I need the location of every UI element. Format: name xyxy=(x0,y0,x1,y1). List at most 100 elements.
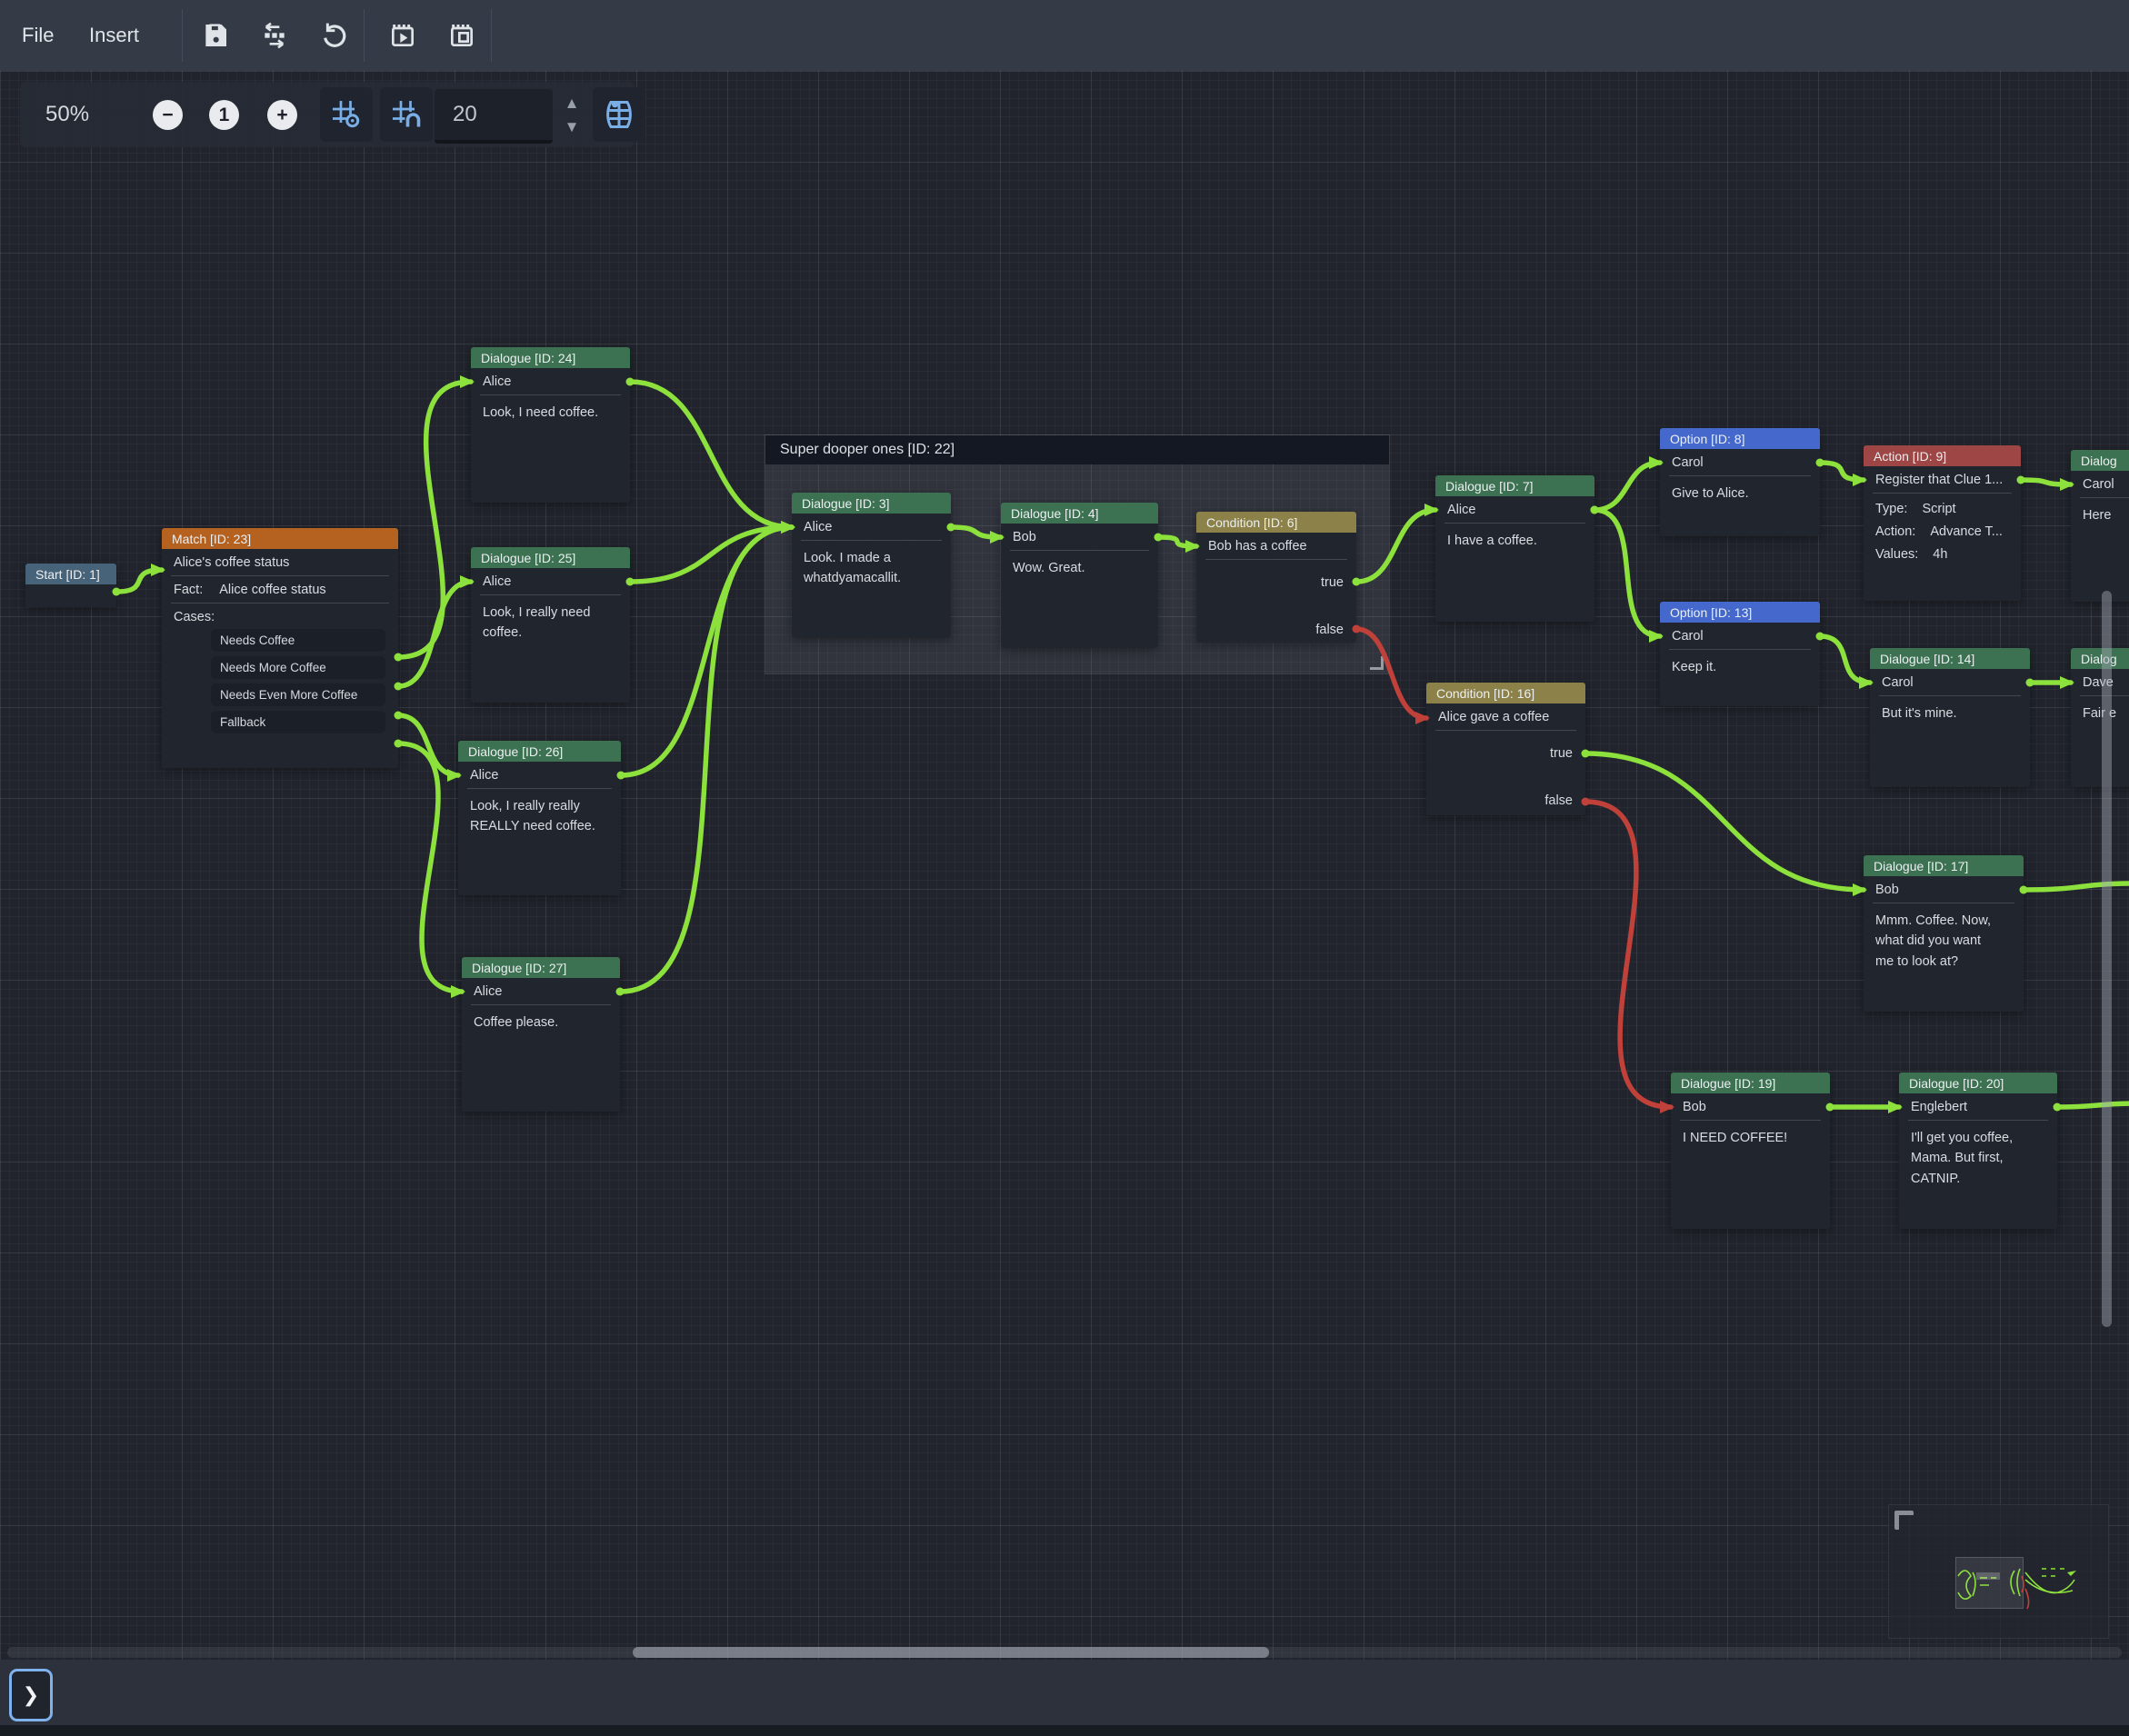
node-title[interactable]: Condition [ID: 6] xyxy=(1196,512,1356,533)
test-dialogue-icon[interactable] xyxy=(385,18,420,53)
case-button[interactable]: Fallback xyxy=(211,711,385,733)
node-dialogue-7[interactable]: Dialogue [ID: 7]AliceI have a coffee. xyxy=(1435,475,1594,622)
node-dialogue-4[interactable]: Dialogue [ID: 4]BobWow. Great. xyxy=(1001,503,1158,648)
node-condition-16[interactable]: Condition [ID: 16]Alice gave a coffeetru… xyxy=(1426,683,1585,815)
node-title[interactable]: Dialogue [ID: 24] xyxy=(471,347,630,368)
snap-grid-toggle[interactable] xyxy=(320,87,373,142)
node-title[interactable]: Dialogue [ID: 17] xyxy=(1864,855,2024,876)
dialogue-text: Here xyxy=(2083,505,2129,525)
node-dialogue-17[interactable]: Dialogue [ID: 17]BobMmm. Coffee. Now, wh… xyxy=(1864,855,2024,1012)
save-icon[interactable] xyxy=(198,18,233,53)
node-title[interactable]: Dialogue [ID: 3] xyxy=(792,493,951,514)
node-dialogue-26[interactable]: Dialogue [ID: 26]AliceLook, I really rea… xyxy=(458,741,621,895)
node-dialogue-24[interactable]: Dialogue [ID: 24]AliceLook, I need coffe… xyxy=(471,347,630,503)
node-title[interactable]: Option [ID: 13] xyxy=(1660,602,1820,623)
node-title[interactable]: Condition [ID: 16] xyxy=(1426,683,1585,703)
node-dialogue-27[interactable]: Dialogue [ID: 27]AliceCoffee please. xyxy=(462,957,620,1112)
node-option-8[interactable]: Option [ID: 8]CarolGive to Alice. xyxy=(1660,428,1820,536)
node-body: BobMmm. Coffee. Now, what did you want m… xyxy=(1864,876,2024,1012)
node-title[interactable]: Dialogue [ID: 14] xyxy=(1870,648,2030,669)
case-button[interactable]: Needs Coffee xyxy=(211,629,385,652)
output-false-label: false xyxy=(1196,620,1344,640)
node-title[interactable]: Dialogue [ID: 26] xyxy=(458,741,621,762)
node-dialogue-right-mid[interactable]: DialogDaveFair e xyxy=(2071,648,2129,787)
dialogue-text: I'll get you coffee, Mama. But first, CA… xyxy=(1911,1128,2045,1189)
node-body: Alice's coffee statusFact:Alice coffee s… xyxy=(162,549,398,768)
zoom-percent-label: 50% xyxy=(45,82,89,147)
node-dialogue-3[interactable]: Dialogue [ID: 3]AliceLook. I made a what… xyxy=(792,493,951,638)
minimap-content xyxy=(1889,1505,2108,1638)
undo-icon[interactable] xyxy=(316,18,351,53)
node-title[interactable]: Option [ID: 8] xyxy=(1660,428,1820,449)
speaker-label: Alice xyxy=(471,978,611,1005)
output-true-label: true xyxy=(1196,573,1344,593)
spin-down-icon[interactable]: ▼ xyxy=(565,118,580,136)
node-dialogue-20[interactable]: Dialogue [ID: 20]Englebert I'll get you c… xyxy=(1899,1073,2057,1229)
dialogue-text: But it's mine. xyxy=(1882,703,2018,723)
node-title[interactable]: Dialog xyxy=(2071,648,2129,669)
minimap-icon xyxy=(603,98,635,131)
bottom-strip xyxy=(0,1725,2129,1736)
menu-insert[interactable]: Insert xyxy=(80,0,148,71)
snap-magnet-toggle[interactable] xyxy=(380,87,433,142)
speaker-label: Alice xyxy=(1444,496,1585,524)
node-dialogue-25[interactable]: Dialogue [ID: 25]AliceLook, I really nee… xyxy=(471,547,630,703)
speaker-label: Englebert xyxy=(1908,1093,2048,1121)
horizontal-scrollbar[interactable] xyxy=(7,1647,2122,1658)
node-body: AliceLook, I need coffee. xyxy=(471,368,630,503)
condition-expression: Alice gave a coffee xyxy=(1435,703,1576,731)
snap-distance-value: 20 xyxy=(435,102,477,127)
node-title[interactable]: Dialogue [ID: 7] xyxy=(1435,475,1594,496)
node-title[interactable]: Dialogue [ID: 20] xyxy=(1899,1073,2057,1093)
horizontal-scrollbar-thumb[interactable] xyxy=(633,1647,1269,1658)
node-title[interactable]: Dialog xyxy=(2071,450,2129,471)
node-start-1[interactable]: Start [ID: 1] xyxy=(25,564,116,607)
frame-resize-handle[interactable] xyxy=(1370,656,1384,670)
output-false-label: false xyxy=(1426,791,1573,811)
node-action-9[interactable]: Action [ID: 9]Register that Clue 1...Typ… xyxy=(1864,445,2021,601)
node-title[interactable]: Dialogue [ID: 25] xyxy=(471,547,630,568)
case-button[interactable]: Needs Even More Coffee xyxy=(211,683,385,706)
node-body: DaveFair e xyxy=(2071,669,2129,787)
menu-file[interactable]: File xyxy=(13,0,63,71)
expand-panel-button[interactable]: ❯ xyxy=(9,1669,53,1721)
zoom-reset-button[interactable]: 1 xyxy=(209,100,239,130)
snap-distance-spinbox[interactable]: 20 xyxy=(435,89,553,144)
node-title[interactable]: Match [ID: 23] xyxy=(162,528,398,549)
spinbox-arrows[interactable]: ▲ ▼ xyxy=(558,89,585,142)
node-dialogue-14[interactable]: Dialogue [ID: 14]CarolBut it's mine. xyxy=(1870,648,2030,787)
test-scene-icon[interactable] xyxy=(445,18,479,53)
dialogue-text: Mmm. Coffee. Now, what did you want me t… xyxy=(1875,911,2012,972)
case-button[interactable]: Needs More Coffee xyxy=(211,656,385,679)
node-dialogue-right-top[interactable]: DialogCarol Here xyxy=(2071,450,2129,602)
node-dialogue-19[interactable]: Dialogue [ID: 19]BobI NEED COFFEE! xyxy=(1671,1073,1830,1229)
node-condition-6[interactable]: Condition [ID: 6]Bob has a coffeetruefal… xyxy=(1196,512,1356,643)
vertical-scrollbar-thumb[interactable] xyxy=(2102,591,2112,1327)
node-title[interactable]: Action [ID: 9] xyxy=(1864,445,2021,466)
auto-arrange-icon[interactable] xyxy=(257,18,292,53)
dialogue-text: Look, I really really REALLY need coffee… xyxy=(470,796,609,837)
node-match-23[interactable]: Match [ID: 23]Alice's coffee statusFact:… xyxy=(162,528,398,768)
graph-canvas[interactable] xyxy=(0,71,2129,1660)
node-body: AliceLook. I made a whatdyamacallit. xyxy=(792,514,951,638)
minimap-toggle[interactable] xyxy=(593,87,645,142)
action-title: Register that Clue 1... xyxy=(1873,466,2012,494)
property-value: Script xyxy=(1922,502,1955,516)
node-body: CarolGive to Alice. xyxy=(1660,449,1820,536)
dialogue-text: Look, I really need coffee. xyxy=(483,603,618,644)
match-value: Alice's coffee status xyxy=(171,549,389,576)
minimap[interactable] xyxy=(1888,1504,2109,1639)
node-title[interactable]: Start [ID: 1] xyxy=(25,564,116,584)
spin-up-icon[interactable]: ▲ xyxy=(565,95,580,113)
speaker-label: Bob xyxy=(1680,1093,1821,1121)
node-title[interactable]: Dialogue [ID: 19] xyxy=(1671,1073,1830,1093)
zoom-in-button[interactable]: + xyxy=(267,100,297,130)
node-option-13[interactable]: Option [ID: 13]CarolKeep it. xyxy=(1660,602,1820,706)
speaker-label: Carol xyxy=(2080,471,2129,498)
match-fact-row: Fact:Alice coffee status xyxy=(171,576,389,604)
zoom-out-button[interactable]: − xyxy=(153,100,183,130)
node-title[interactable]: Dialogue [ID: 27] xyxy=(462,957,620,978)
action-property-row: Action:Advance T... xyxy=(1875,524,2009,539)
node-title[interactable]: Dialogue [ID: 4] xyxy=(1001,503,1158,524)
graph-toolbar: 50% − 1 + 20 ▲ ▼ xyxy=(20,82,635,147)
